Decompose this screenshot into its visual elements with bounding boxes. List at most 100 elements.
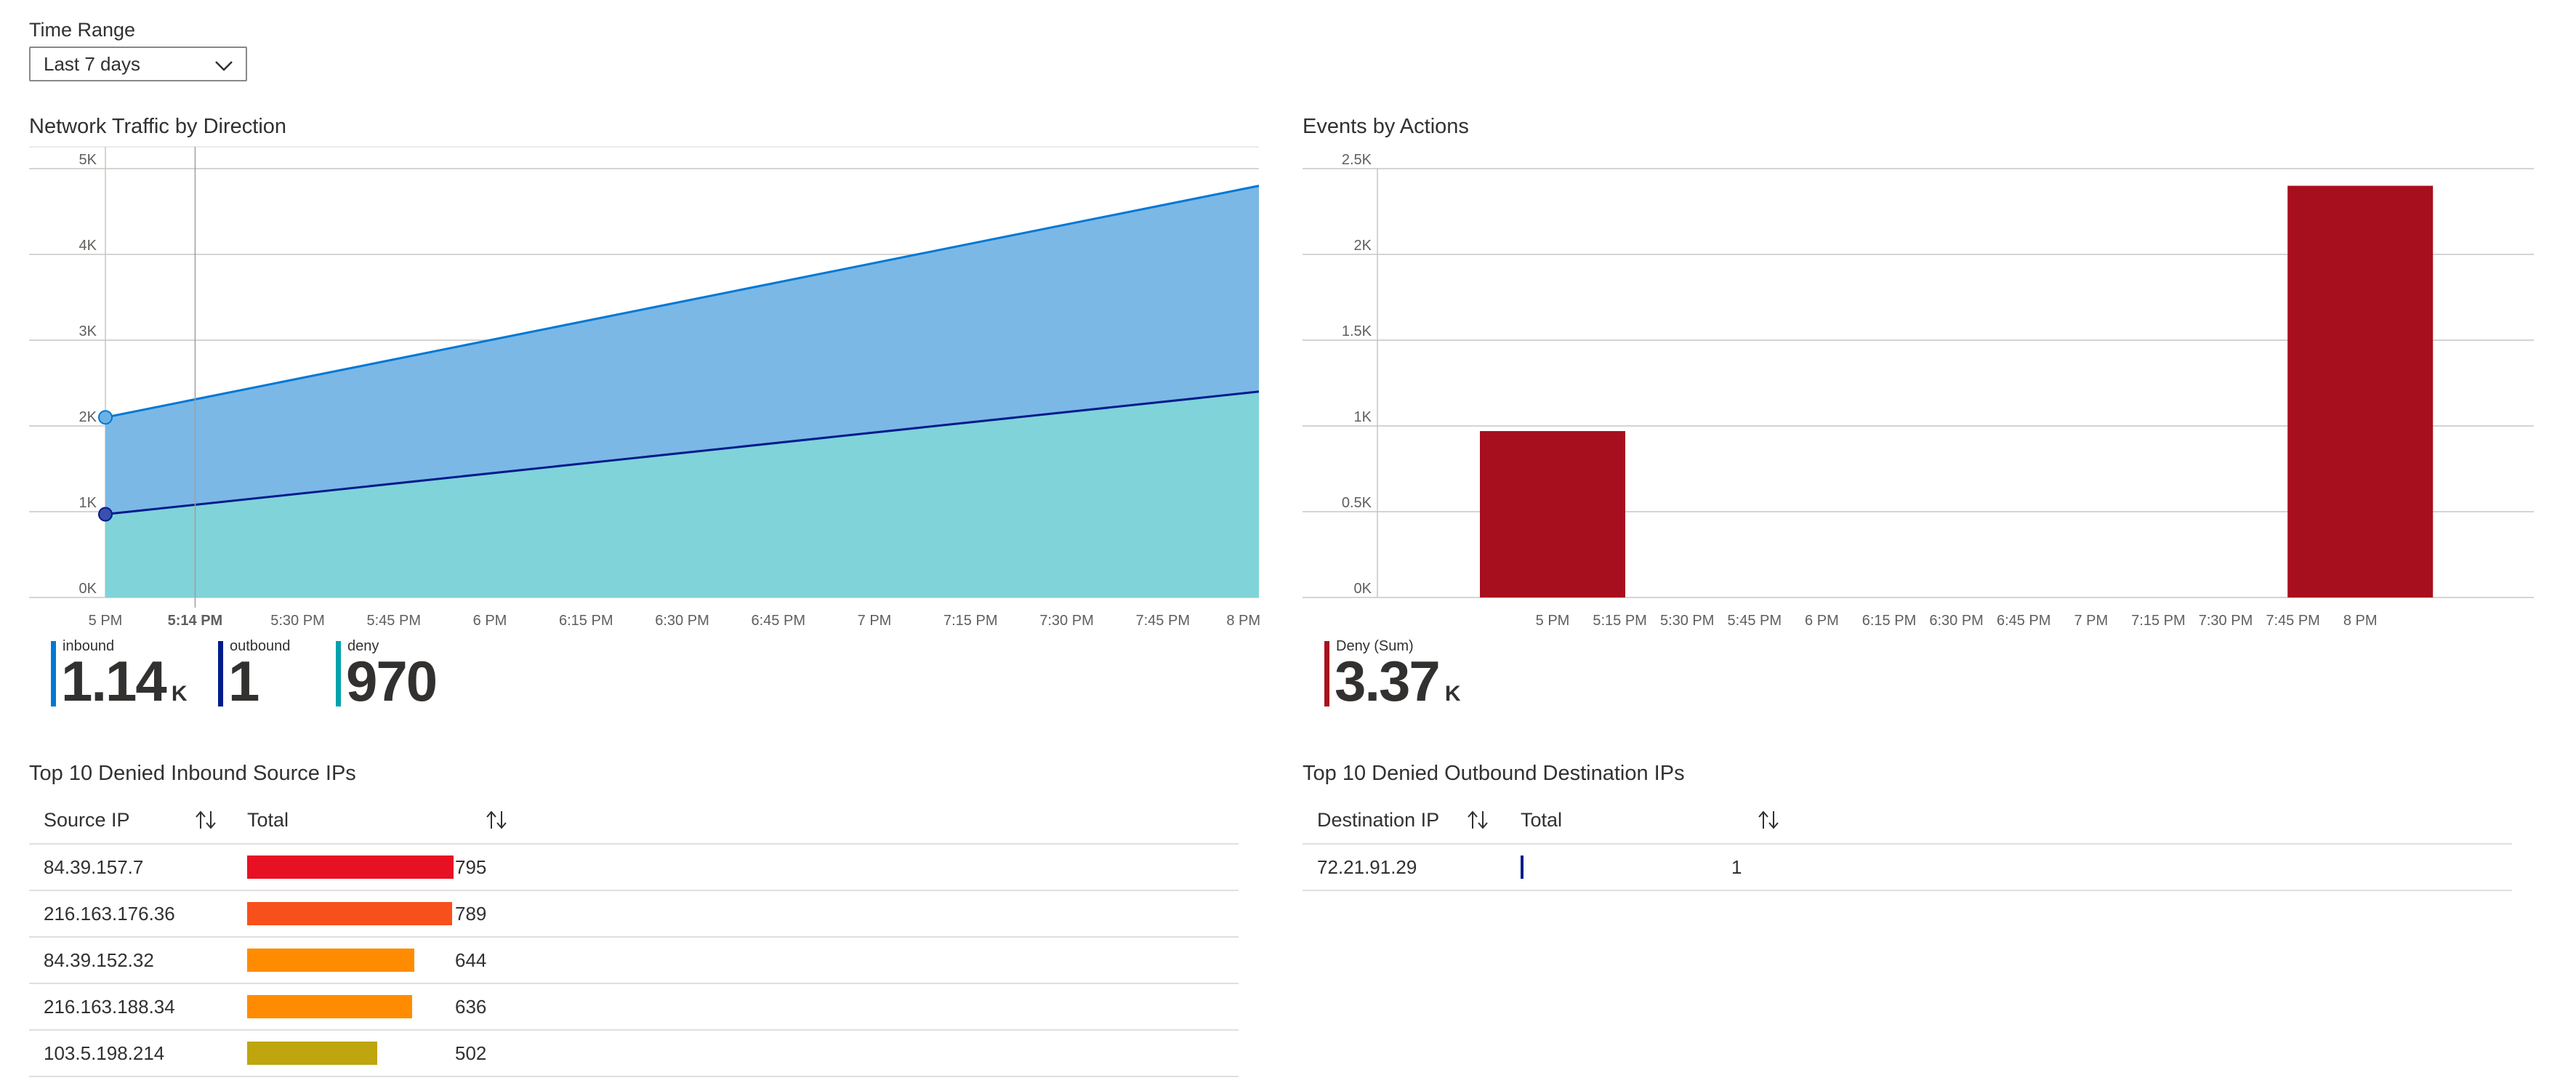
x-tick-label: 7:45 PM (2266, 613, 2319, 629)
x-tick-label: 5:15 PM (1593, 613, 1646, 629)
legend-value-number: 1 (228, 649, 259, 713)
x-tick-label: 8 PM (2343, 613, 2378, 629)
table-row[interactable]: 216.163.188.34 636 (29, 984, 1239, 1031)
x-tick-label: 5:30 PM (270, 613, 324, 629)
y-tick-label: 5K (79, 152, 97, 168)
total-value-cell: 789 (455, 903, 487, 925)
network-traffic-chart[interactable]: 0K 1K 2K 3K 4K 5K 5 PM 5:14 PM 5:30 PM 5:45 PM 6 P… (0, 138, 1279, 640)
x-tick-label: 7:30 PM (1039, 613, 1093, 629)
total-value-cell: 795 (455, 856, 487, 878)
legend-value: 970 (346, 653, 438, 709)
y-tick-label: 1.5K (1342, 323, 1372, 339)
x-tick-label: 5:30 PM (1660, 613, 1714, 629)
deny-bar[interactable] (1480, 431, 1625, 597)
x-tick-label: 7:15 PM (2131, 613, 2185, 629)
x-tick-label: 8 PM (1226, 613, 1260, 629)
inbound-data-point[interactable] (98, 410, 113, 425)
legend-value-unit: K (171, 682, 188, 706)
total-bar (247, 995, 412, 1018)
time-range-dropdown[interactable]: Last 7 days (29, 47, 247, 81)
total-value-cell: 1 (1731, 856, 1742, 878)
inbound-table-title: Top 10 Denied Inbound Source IPs (29, 762, 356, 785)
sort-arrows-icon[interactable] (484, 808, 510, 832)
outbound-ips-table: Destination IP Total 72.21.91.29 1 (1303, 798, 2512, 943)
legend-value: 1 (228, 653, 259, 709)
legend-value: 3.37 K (1335, 653, 1460, 722)
x-tick-label: 7 PM (2074, 613, 2108, 629)
deny-bar[interactable] (2287, 185, 2434, 598)
legend-value-number: 970 (346, 649, 438, 713)
ip-address-cell: 103.5.198.214 (44, 1042, 165, 1064)
ip-address-cell: 216.163.188.34 (44, 996, 175, 1018)
x-tick-label: 6:15 PM (1862, 613, 1916, 629)
total-value-cell: 644 (455, 949, 487, 971)
y-tick-label: 0K (79, 581, 97, 597)
ip-address-cell: 72.21.91.29 (1317, 856, 1417, 878)
legend-color-swatch (336, 641, 341, 706)
chevron-down-icon (215, 61, 233, 71)
table-row[interactable]: 72.21.91.29 1 (1303, 845, 2512, 891)
time-range-label: Time Range (29, 19, 136, 41)
legend-value-number: 3.37 (1335, 649, 1441, 713)
total-bar (247, 855, 454, 879)
sort-arrows-icon[interactable] (193, 808, 220, 832)
total-bar (1521, 855, 1524, 879)
legend-color-swatch (51, 641, 56, 706)
events-by-actions-title: Events by Actions (1303, 115, 1469, 138)
y-tick-label: 4K (79, 238, 97, 254)
table-row[interactable]: 84.39.157.7 795 (29, 845, 1239, 891)
x-tick-label: 6:45 PM (752, 613, 805, 629)
total-value-cell: 502 (455, 1042, 487, 1064)
x-tick-label: 5:14 PM (168, 613, 223, 629)
x-tick-label: 7:30 PM (2199, 613, 2253, 629)
inbound-ips-table: Source IP Total 84.39.157.7 795 216.163.17… (29, 798, 1239, 1083)
time-range-selected-value: Last 7 days (44, 52, 140, 75)
x-tick-label: 6:15 PM (559, 613, 613, 629)
legend-color-swatch (218, 641, 223, 706)
table-row[interactable]: 84.39.152.32 644 (29, 938, 1239, 984)
x-tick-label: 5 PM (89, 613, 123, 629)
ip-address-cell: 84.39.152.32 (44, 949, 154, 971)
x-tick-label: 6 PM (473, 613, 507, 629)
total-bar (247, 902, 452, 925)
x-tick-label: 7:45 PM (1136, 613, 1190, 629)
y-tick-label: 2.5K (1342, 152, 1372, 168)
x-tick-label: 5 PM (1536, 613, 1570, 629)
sort-arrows-icon[interactable] (1756, 808, 1782, 832)
y-tick-label: 2K (1354, 238, 1372, 254)
table-row[interactable]: 103.5.198.214 502 (29, 1031, 1239, 1077)
x-tick-label: 7 PM (858, 613, 892, 629)
ip-address-cell: 84.39.157.7 (44, 856, 144, 878)
y-tick-label: 1K (79, 495, 97, 511)
sort-arrows-icon[interactable] (1465, 808, 1492, 832)
y-tick-label: 2K (79, 409, 97, 425)
y-tick-label: 0K (1354, 581, 1372, 597)
network-traffic-title: Network Traffic by Direction (29, 115, 287, 138)
x-tick-label: 5:45 PM (367, 613, 421, 629)
legend-color-swatch (1324, 641, 1329, 706)
legend-value-unit: K (1444, 682, 1461, 706)
legend-value-number: 1.14 (61, 649, 167, 713)
y-tick-label: 1K (1354, 409, 1372, 425)
y-tick-label: 3K (79, 323, 97, 339)
x-tick-label: 6:45 PM (1997, 613, 2050, 629)
x-tick-label: 6:30 PM (1929, 613, 1983, 629)
x-tick-label: 5:45 PM (1728, 613, 1782, 629)
outbound-data-point[interactable] (98, 507, 113, 522)
ip-address-cell: 216.163.176.36 (44, 903, 175, 925)
x-tick-label: 6:30 PM (655, 613, 709, 629)
total-value-cell: 636 (455, 996, 487, 1018)
total-bar (247, 1042, 377, 1065)
column-header-source-ip[interactable]: Source IP (44, 798, 130, 842)
y-tick-label: 0.5K (1342, 495, 1372, 511)
x-tick-label: 7:15 PM (943, 613, 997, 629)
x-tick-label: 6 PM (1805, 613, 1839, 629)
column-header-destination-ip[interactable]: Destination IP (1317, 798, 1439, 842)
total-bar (247, 949, 414, 972)
outbound-table-title: Top 10 Denied Outbound Destination IPs (1303, 762, 1685, 785)
events-by-actions-chart[interactable]: 0K 0.5K 1K 1.5K 2K 2.5K 5 PM 5:15 PM 5:30 PM 5:45… (1279, 138, 2559, 640)
table-row[interactable]: 216.163.176.36 789 (29, 891, 1239, 938)
legend-value: 1.14 K (61, 653, 187, 722)
column-header-total[interactable]: Total (247, 798, 289, 842)
column-header-total[interactable]: Total (1521, 798, 1562, 842)
